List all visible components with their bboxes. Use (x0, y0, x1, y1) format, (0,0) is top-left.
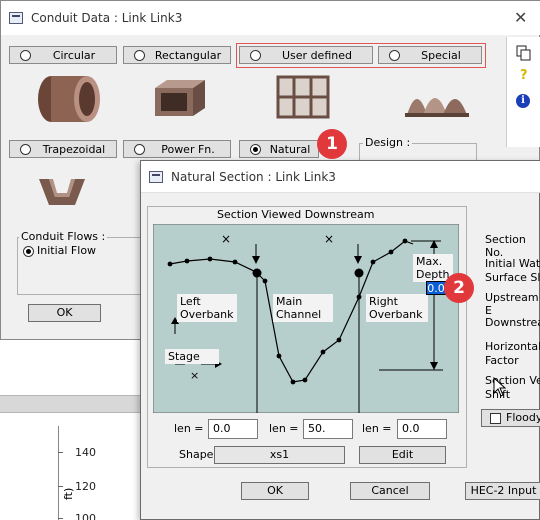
user-defined-conduit-image (276, 75, 330, 119)
radio-dot (20, 144, 31, 155)
window-icon (149, 171, 163, 183)
right-overbank-label: Right Overbank (366, 294, 428, 322)
ruler-label-100: 100 (75, 512, 96, 520)
conduit-ok-button[interactable]: OK (28, 304, 101, 322)
floodway-checkbox-button[interactable]: Floody (481, 409, 540, 427)
edit-shape-button[interactable]: Edit (359, 446, 446, 464)
radio-dot (389, 50, 400, 61)
len-label-left: len = (174, 422, 204, 435)
downstream-elevation-label: Downstrea (485, 316, 540, 329)
help-icon[interactable]: ? (520, 68, 528, 83)
radio-trapezoidal-label: Trapezoidal (42, 143, 106, 156)
background-toolbar (0, 395, 140, 413)
callout-badge-1: 1 (317, 129, 347, 159)
ruler-tick (58, 452, 63, 453)
radio-natural[interactable]: Natural (239, 140, 319, 158)
axis-x-marker: × (190, 369, 200, 382)
initial-flow-radio[interactable] (23, 246, 34, 257)
radio-dot (134, 144, 145, 155)
len-main-input[interactable]: 50. (303, 419, 353, 439)
depth-value-input[interactable]: 0.0 (426, 281, 446, 295)
section-title: Section Viewed Downstream (215, 208, 377, 221)
radio-rectangular[interactable]: Rectangular (123, 46, 231, 64)
natural-dialog-titlebar: Natural Section : Link Link3 (141, 161, 540, 193)
radio-dot-selected (250, 144, 261, 155)
axis-label-fragment: ft) (62, 487, 75, 500)
hec2-input-button[interactable]: HEC-2 Input (465, 482, 540, 500)
radio-rectangular-label: Rectangular (154, 49, 222, 62)
len-right-input[interactable]: 0.0 (397, 419, 447, 439)
shape-name-field[interactable]: xs1 (214, 446, 345, 464)
callout-badge-2: 2 (444, 273, 474, 303)
ruler-label-140: 140 (75, 446, 96, 459)
mouse-cursor-icon (493, 377, 507, 397)
conduit-flows-label: Conduit Flows : (19, 230, 108, 243)
ruler-tick (58, 518, 63, 519)
radio-power-fn[interactable]: Power Fn. (123, 140, 231, 158)
conduit-dialog-titlebar: Conduit Data : Link Link3 ✕ (1, 1, 540, 35)
rectangular-conduit-image (155, 80, 205, 116)
radio-natural-label: Natural (269, 143, 311, 156)
design-group-label: Design : (363, 136, 413, 149)
radio-dot (134, 50, 145, 61)
background-ruler: 140 120 100 (58, 426, 96, 520)
floodway-checkbox[interactable] (490, 413, 501, 424)
conduit-dialog-title: Conduit Data : Link Link3 (31, 11, 183, 25)
side-toolbar: ? i (506, 37, 540, 147)
radio-power-fn-label: Power Fn. (161, 143, 215, 156)
main-channel-label: Main Channel (273, 294, 333, 322)
radio-trapezoidal[interactable]: Trapezoidal (9, 140, 117, 158)
left-overbank-label: Left Overbank (177, 294, 237, 322)
natural-dialog-title: Natural Section : Link Link3 (171, 170, 336, 184)
info-icon[interactable]: i (516, 94, 530, 108)
radio-special-label: Special (421, 49, 461, 62)
marker-x-right: × (324, 232, 335, 246)
upstream-elevation-label: Upstream E (485, 291, 539, 317)
len-label-right: len = (362, 422, 392, 435)
stage-label: Stage (165, 349, 219, 364)
initial-water-surface-label: Initial Water Surface Slo (485, 257, 540, 284)
initial-flow-label: Initial Flow (37, 244, 97, 257)
window-icon (9, 12, 23, 24)
initial-flow-radio-dot (26, 249, 31, 254)
trapezoidal-conduit-image (39, 179, 85, 205)
section-no-label: Section No. (485, 233, 526, 259)
special-conduit-image (405, 98, 469, 117)
radio-circular-label: Circular (52, 49, 96, 62)
len-left-input[interactable]: 0.0 (208, 419, 258, 439)
horizontal-factor-label: Horizontal D Factor (485, 340, 540, 367)
ruler-label-120: 120 (75, 480, 96, 493)
floodway-label: Floody (506, 411, 540, 424)
copy-icon[interactable] (516, 45, 532, 61)
radio-user-defined-label: User defined (282, 49, 352, 62)
radio-user-defined[interactable]: User defined (239, 46, 373, 64)
natural-cancel-button[interactable]: Cancel (350, 482, 430, 500)
radio-dot (20, 50, 31, 61)
shape-label: Shape (179, 448, 214, 461)
circular-conduit-image (38, 76, 100, 122)
natural-section-dialog: Natural Section : Link Link3 Section Vie… (140, 160, 540, 520)
len-label-main: len = (269, 422, 299, 435)
close-icon[interactable]: ✕ (514, 8, 527, 27)
radio-special[interactable]: Special (378, 46, 482, 64)
marker-x-left: × (221, 232, 232, 246)
radio-circular[interactable]: Circular (9, 46, 117, 64)
radio-dot (250, 50, 261, 61)
natural-ok-button[interactable]: OK (241, 482, 309, 500)
